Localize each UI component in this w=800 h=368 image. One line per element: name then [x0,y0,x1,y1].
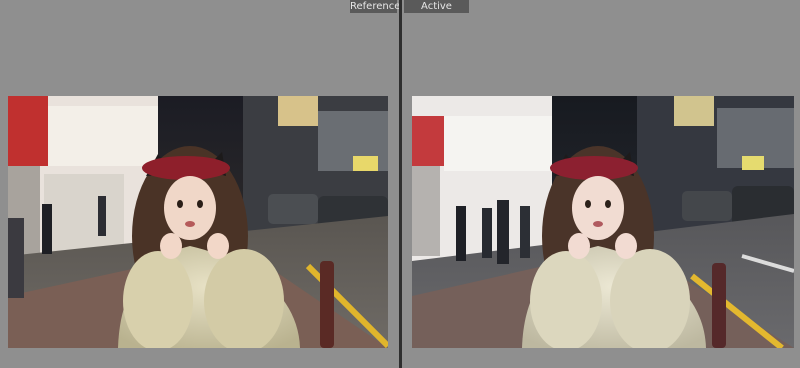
reference-label[interactable]: Reference [350,0,400,13]
active-photo-image [412,96,794,348]
reference-pane: Reference [0,0,400,368]
active-label[interactable]: Active [404,0,469,13]
active-photo[interactable] [412,96,794,348]
reference-photo-image [8,96,388,348]
reference-photo[interactable] [8,96,388,348]
